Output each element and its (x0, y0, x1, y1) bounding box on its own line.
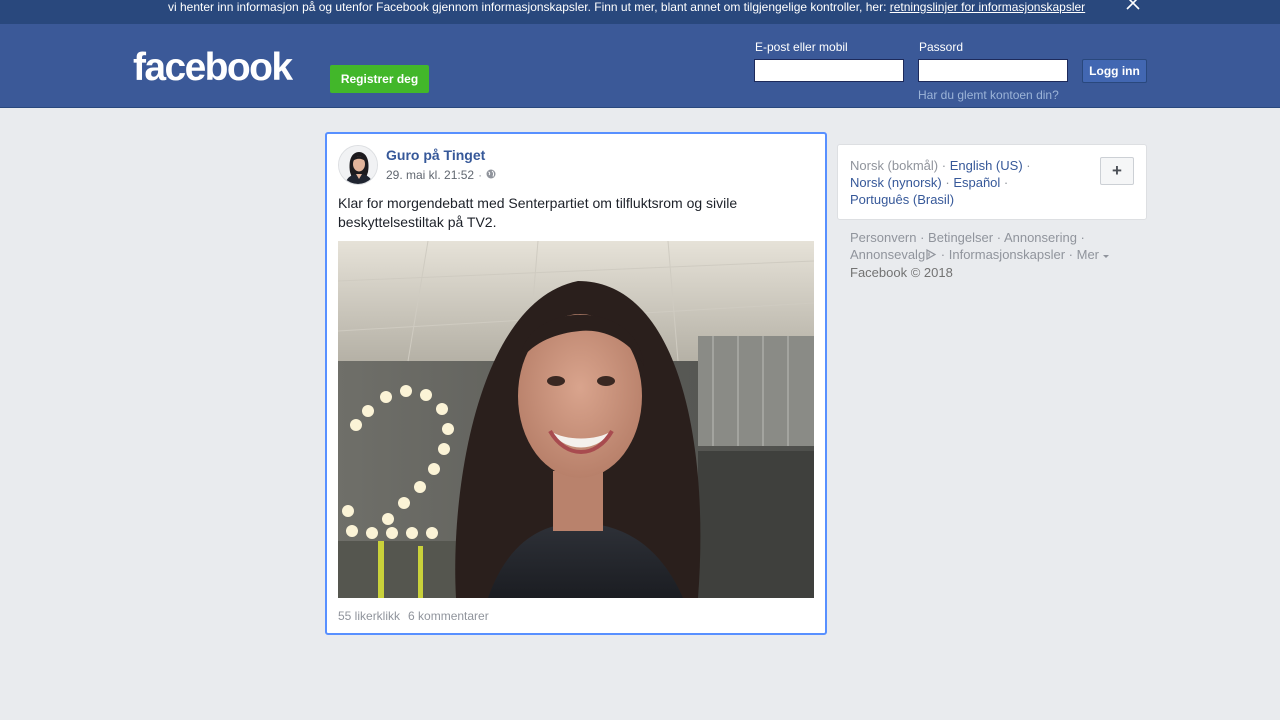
forgot-account-link[interactable]: Har du glemt kontoen din? (918, 88, 1059, 102)
more-languages-button[interactable]: + (1100, 157, 1134, 185)
language-option[interactable]: Português (Brasil) (850, 192, 954, 207)
language-current: Norsk (bokmål) (850, 158, 939, 173)
comments-count[interactable]: 6 kommentarer (408, 609, 489, 623)
post-text: Klar for morgendebatt med Senterpartiet … (338, 195, 738, 230)
avatar[interactable] (338, 145, 378, 185)
post-stats: 55 likerklikk 6 kommentarer (338, 609, 489, 623)
footer: Personvern · Betingelser · Annonsering ·… (850, 229, 1130, 281)
post-timestamp[interactable]: 29. mai kl. 21:52 (386, 168, 474, 182)
copyright: Facebook © 2018 (850, 265, 953, 280)
language-option[interactable]: Español (953, 175, 1000, 190)
post-card: Guro på Tinget 29. mai kl. 21:52 · Klar … (325, 132, 827, 635)
language-option[interactable]: Norsk (nynorsk) (850, 175, 942, 190)
footer-link-advertising[interactable]: Annonsering (1004, 230, 1077, 245)
register-button[interactable]: Registrer deg (330, 65, 429, 93)
post-author-link[interactable]: Guro på Tinget (386, 147, 485, 163)
post-photo[interactable] (338, 241, 814, 598)
language-list: Norsk (bokmål) · English (US) · Norsk (n… (850, 158, 1031, 207)
footer-link-cookies[interactable]: Informasjonskapsler (949, 247, 1065, 262)
email-label: E-post eller mobil (755, 40, 848, 54)
meta-separator: · (478, 168, 483, 182)
caret-down-icon[interactable] (1102, 247, 1109, 262)
footer-link-terms[interactable]: Betingelser (928, 230, 993, 245)
adchoices-icon (925, 247, 937, 264)
language-option[interactable]: English (US) (950, 158, 1023, 173)
likes-count[interactable]: 55 likerklikk (338, 609, 400, 623)
footer-link-adchoices[interactable]: Annonsevalg (850, 247, 925, 262)
email-field[interactable] (754, 59, 904, 82)
footer-link-more[interactable]: Mer (1077, 247, 1099, 262)
globe-icon (486, 168, 496, 182)
cookie-policy-link[interactable]: retningslinjer for informasjonskapsler (890, 0, 1085, 14)
login-button[interactable]: Logg inn (1082, 59, 1147, 83)
close-icon[interactable] (1124, 0, 1142, 11)
facebook-logo[interactable]: facebook (133, 48, 293, 87)
language-selector: Norsk (bokmål) · English (US) · Norsk (n… (837, 144, 1147, 220)
cookie-banner: vi henter inn informasjon på og utenfor … (0, 0, 1280, 24)
password-label: Passord (919, 40, 964, 54)
cookie-banner-message: vi henter inn informasjon på og utenfor … (168, 0, 890, 14)
cookie-banner-text: vi henter inn informasjon på og utenfor … (168, 0, 1085, 14)
top-bar: facebook Registrer deg E-post eller mobi… (0, 24, 1280, 108)
post-meta: 29. mai kl. 21:52 · (386, 168, 496, 182)
footer-link-privacy[interactable]: Personvern (850, 230, 916, 245)
password-field[interactable] (918, 59, 1068, 82)
